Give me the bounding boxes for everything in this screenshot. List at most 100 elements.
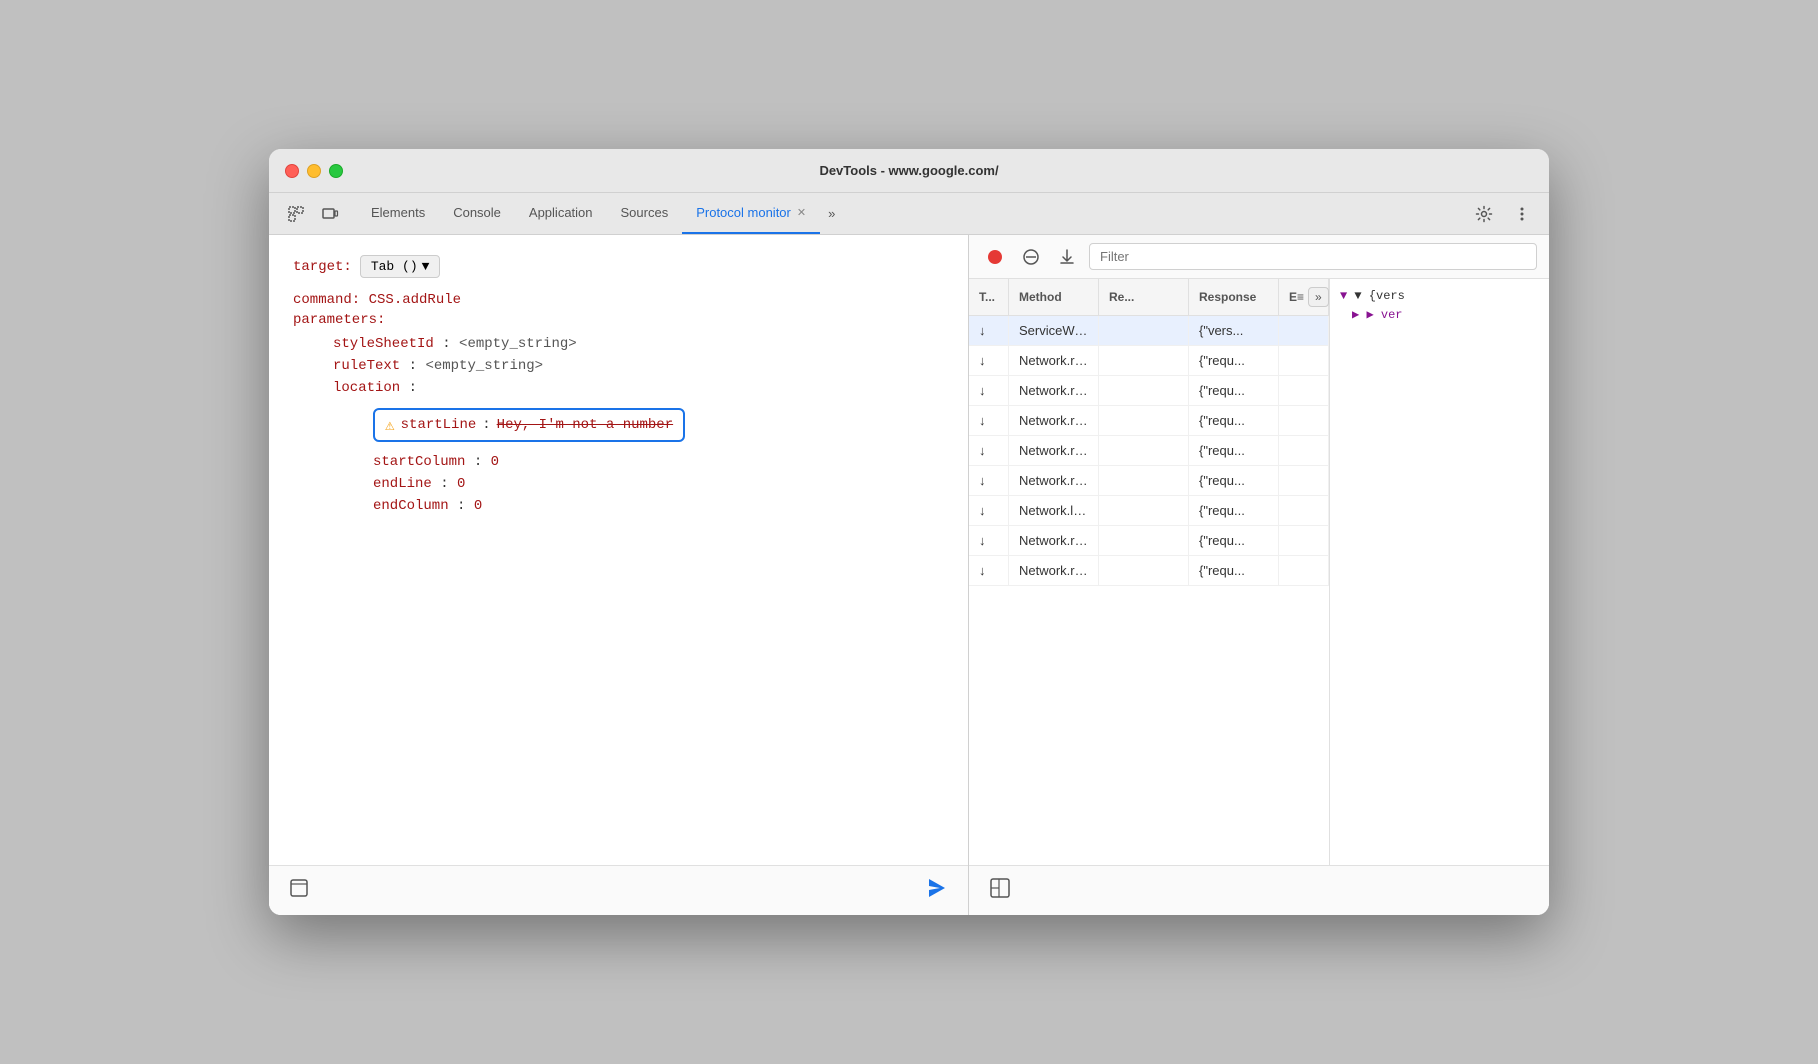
left-panel-footer [269, 865, 968, 915]
style-sheet-id-value: <empty_string> [459, 336, 577, 352]
table-row[interactable]: ↓ Network.re... {"requ... [969, 376, 1329, 406]
send-button[interactable] [920, 872, 952, 910]
end-column-value: 0 [474, 498, 482, 514]
start-line-highlighted-row: ⚠ startLine : Hey, I'm not a number [373, 408, 685, 442]
table-row[interactable]: ↓ Network.re... {"requ... [969, 556, 1329, 586]
style-sheet-id-key: styleSheetId [333, 336, 434, 352]
row-direction: ↓ [969, 316, 1009, 345]
warning-icon: ⚠ [385, 415, 395, 435]
right-panel-footer [969, 865, 1549, 915]
gear-icon [1475, 205, 1493, 223]
end-line-key: endLine [373, 476, 432, 492]
tab-bar: Elements Console Application Sources Pro… [269, 193, 1549, 235]
target-value: Tab () [371, 259, 418, 274]
table-row[interactable]: ↓ Network.re... {"requ... [969, 346, 1329, 376]
rule-text-key: ruleText [333, 358, 400, 374]
end-line-value: 0 [457, 476, 465, 492]
tab-elements-label: Elements [371, 205, 425, 220]
start-column-row: startColumn : 0 [293, 454, 944, 470]
more-vertical-icon [1513, 205, 1531, 223]
target-row: target: Tab () ▼ [293, 255, 944, 278]
cursor-inspector-button[interactable] [281, 201, 311, 227]
start-line-value: Hey, I'm not a number [497, 417, 673, 433]
row-response: {"vers... [1189, 316, 1279, 345]
window-title: DevTools - www.google.com/ [819, 163, 998, 178]
clear-icon [1022, 248, 1040, 266]
toggle-panel-button[interactable] [285, 874, 313, 907]
row-request [1099, 316, 1189, 345]
detail-line1: ▼ ▼ {vers [1340, 289, 1539, 303]
tab-console[interactable]: Console [439, 193, 515, 234]
table-row[interactable]: ↓ Network.re... {"requ... [969, 406, 1329, 436]
protocol-table: T... Method Re... Response E≡ [969, 279, 1329, 865]
col-extra: E≡ » [1279, 279, 1329, 315]
table-row[interactable]: ↓ Network.lo... {"requ... [969, 496, 1329, 526]
detail-tree: ▼ ▼ {vers ▶ ▶ ver [1340, 289, 1539, 322]
send-icon [924, 876, 948, 900]
clear-button[interactable] [1017, 243, 1045, 271]
col-response: Response [1189, 279, 1279, 315]
settings-button[interactable] [1469, 201, 1499, 227]
tab-more-button[interactable]: » [820, 193, 843, 234]
download-icon [1058, 248, 1076, 266]
tab-console-label: Console [453, 205, 501, 220]
toggle-cdp-button[interactable] [985, 873, 1015, 908]
style-sheet-id-row: styleSheetId : <empty_string> [293, 336, 944, 352]
download-button[interactable] [1053, 243, 1081, 271]
tab-sources[interactable]: Sources [607, 193, 683, 234]
minimize-button[interactable] [307, 164, 321, 178]
tab-protocol-monitor-label: Protocol monitor [696, 205, 791, 220]
filter-input[interactable] [1089, 243, 1537, 270]
table-row[interactable]: ↓ Network.re... {"requ... [969, 526, 1329, 556]
target-label: target: [293, 259, 352, 275]
col-direction: T... [969, 279, 1009, 315]
close-button[interactable] [285, 164, 299, 178]
end-column-key: endColumn [373, 498, 449, 514]
traffic-lights [285, 164, 343, 178]
more-options-button[interactable] [1507, 201, 1537, 227]
col-more-button[interactable]: » [1308, 287, 1329, 307]
end-line-row: endLine : 0 [293, 476, 944, 492]
main-content: target: Tab () ▼ command: CSS.addRule pa… [269, 235, 1549, 915]
end-column-row: endColumn : 0 [293, 498, 944, 514]
panel-layout-icon [289, 878, 309, 898]
location-key: location [333, 380, 400, 396]
tab-application[interactable]: Application [515, 193, 607, 234]
device-toolbar-button[interactable] [315, 201, 345, 227]
row-extra [1279, 316, 1329, 345]
parameters-row: parameters: [293, 312, 944, 328]
record-stop-icon [988, 250, 1002, 264]
table-row[interactable]: ↓ ServiceWo... {"vers... [969, 316, 1329, 346]
table-row[interactable]: ↓ Network.re... {"requ... [969, 466, 1329, 496]
left-panel: target: Tab () ▼ command: CSS.addRule pa… [269, 235, 969, 915]
detail-line2: ▶ ▶ ver [1340, 307, 1539, 322]
start-column-key: startColumn [373, 454, 465, 470]
command-label: command: [293, 292, 360, 308]
target-dropdown[interactable]: Tab () ▼ [360, 255, 441, 278]
tab-elements[interactable]: Elements [357, 193, 439, 234]
tab-protocol-monitor-close[interactable]: ✕ [797, 206, 806, 219]
parameters-label: parameters: [293, 312, 385, 328]
table-header: T... Method Re... Response E≡ [969, 279, 1329, 316]
right-toolbar [969, 235, 1549, 279]
tab-bar-right [1469, 193, 1537, 234]
dropdown-arrow-icon: ▼ [422, 259, 430, 274]
rule-text-value: <empty_string> [425, 358, 543, 374]
table-row[interactable]: ↓ Network.re... {"requ... [969, 436, 1329, 466]
right-panel: T... Method Re... Response E≡ [969, 235, 1549, 915]
device-toolbar-icon [321, 205, 339, 223]
rule-text-row: ruleText : <empty_string> [293, 358, 944, 374]
right-detail-panel: ▼ ▼ {vers ▶ ▶ ver [1329, 279, 1549, 865]
tab-application-label: Application [529, 205, 593, 220]
maximize-button[interactable] [329, 164, 343, 178]
col-request: Re... [1099, 279, 1189, 315]
left-panel-content: target: Tab () ▼ command: CSS.addRule pa… [269, 235, 968, 865]
stop-recording-button[interactable] [981, 243, 1009, 271]
cursor-inspector-icon [287, 205, 305, 223]
title-bar: DevTools - www.google.com/ [269, 149, 1549, 193]
devtools-window: DevTools - www.google.com/ Elements [269, 149, 1549, 915]
tab-protocol-monitor[interactable]: Protocol monitor ✕ [682, 193, 820, 234]
command-row: command: CSS.addRule [293, 292, 944, 308]
row-method: ServiceWo... [1009, 316, 1099, 345]
command-value: CSS.addRule [369, 292, 461, 308]
